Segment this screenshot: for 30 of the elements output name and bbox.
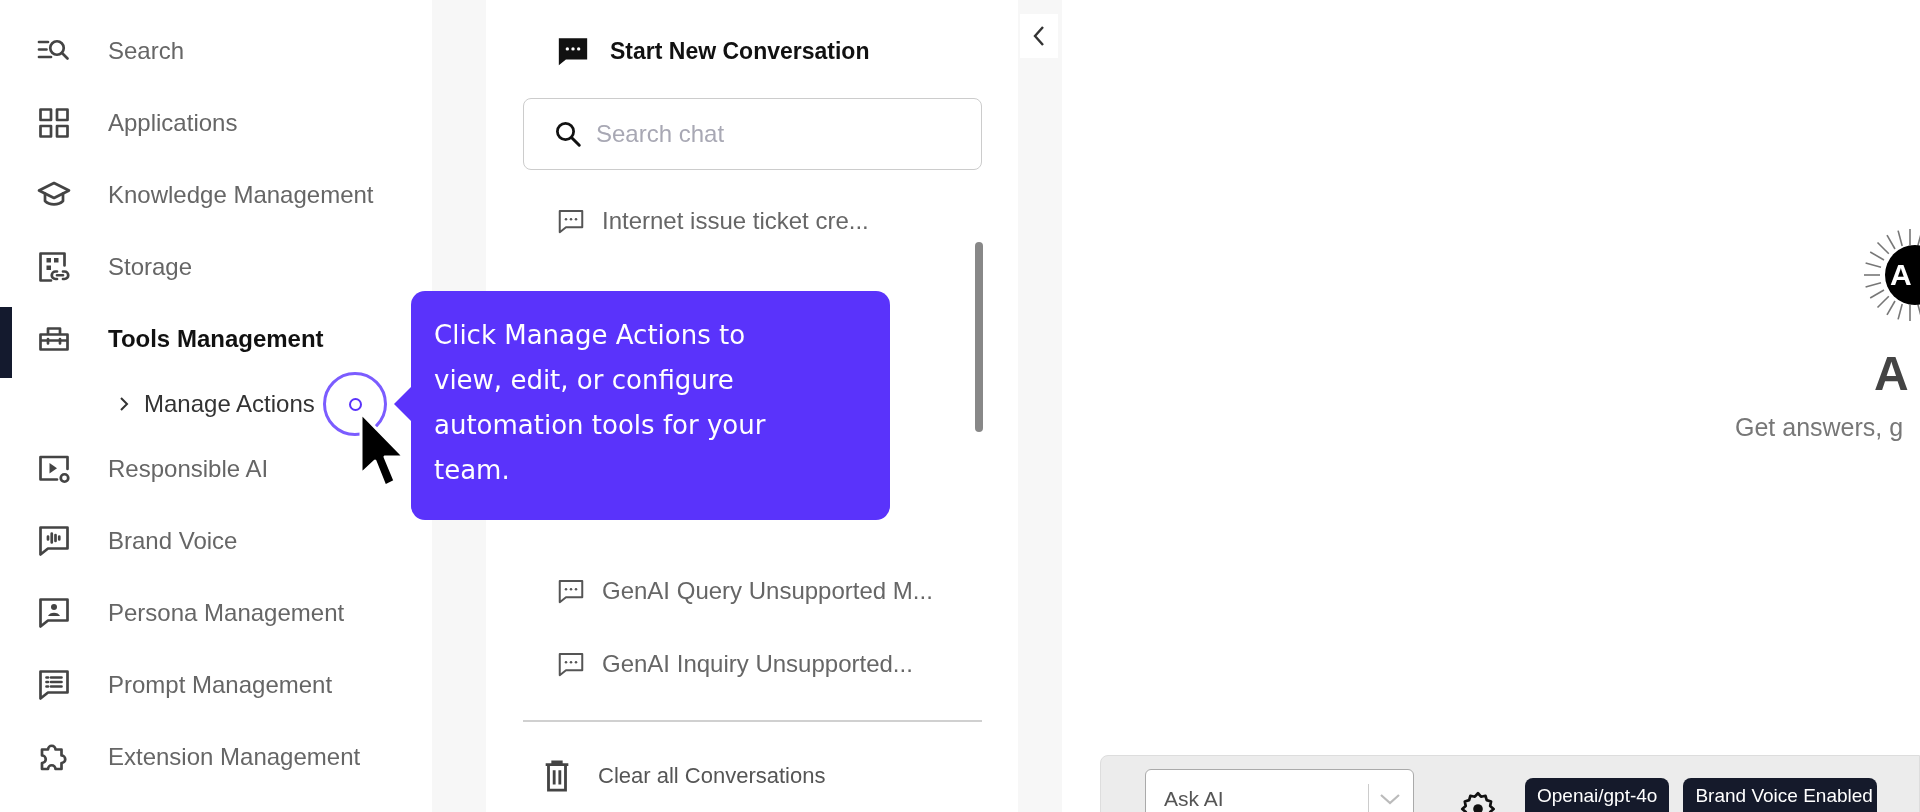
chevron-right-icon [118, 395, 130, 413]
subtitle: Get answers, g [1735, 412, 1904, 442]
conversation-item[interactable]: Internet issue ticket cre... [486, 184, 1018, 257]
logo: A [1863, 228, 1920, 322]
storage-link-icon [36, 249, 72, 285]
model-chip[interactable]: Openai/gpt-4o [1525, 778, 1670, 812]
conversation-item[interactable]: GenAI Query Unsupported M... [486, 554, 1018, 627]
mode-dropdown[interactable]: Ask AI [1145, 769, 1414, 812]
new-conversation-button[interactable]: Start New Conversation [486, 0, 1018, 82]
model-chip[interactable]: Brand Voice Enabled [1683, 778, 1877, 812]
chevron-left-icon [1032, 25, 1046, 47]
sidebar-item[interactable]: Persona Management [0, 577, 432, 649]
active-indicator [0, 307, 12, 378]
collapse-button[interactable] [1020, 14, 1058, 58]
search-field[interactable]: Search chat [523, 98, 982, 170]
sidebar-item[interactable]: Applications [0, 87, 432, 159]
scrollbar[interactable] [975, 242, 983, 432]
conversation-item[interactable]: GenAI Inquiry Unsupported... [486, 627, 1018, 700]
persona-chat-icon [36, 595, 72, 631]
clear-conversations-button[interactable]: Clear all Conversations [486, 755, 1018, 796]
sidebar-item[interactable]: Extension Management [0, 721, 432, 793]
list-chat-icon [36, 667, 72, 703]
grid-icon [36, 105, 72, 141]
tooltip: Click Manage Actions to view, edit, or configure automation tools for your team. [411, 291, 890, 520]
sidebar-item[interactable]: Search [0, 15, 432, 87]
app-title: A [1874, 346, 1909, 402]
sidebar-item[interactable]: Prompt Management [0, 649, 432, 721]
voice-chat-icon [36, 523, 72, 559]
sidebar-item[interactable]: Knowledge Management [0, 159, 432, 231]
chevron-down-icon [1379, 792, 1401, 806]
